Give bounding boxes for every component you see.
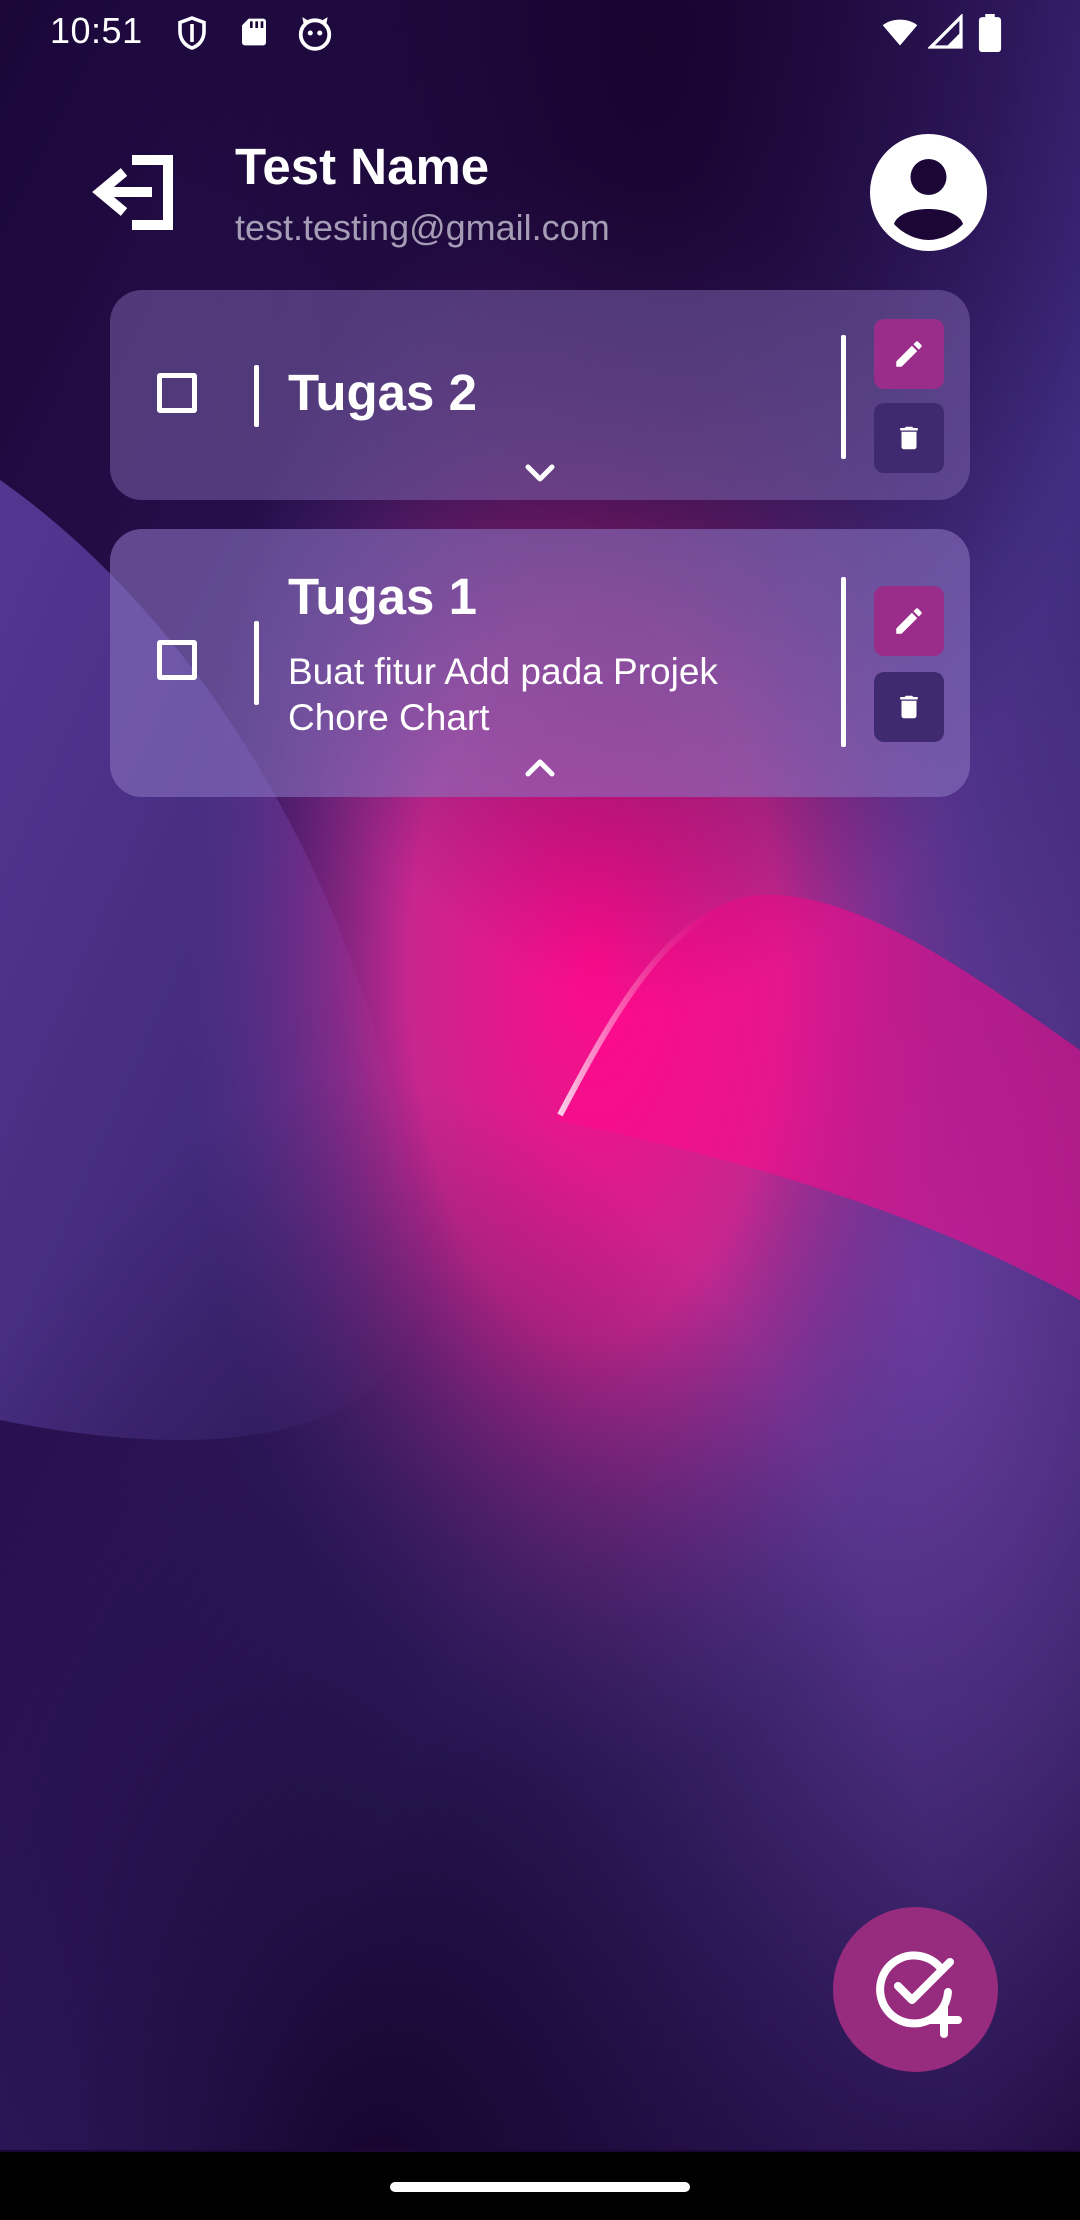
chevron-down-icon [525, 464, 555, 482]
chevron-up-icon [525, 759, 555, 777]
profile-button[interactable] [870, 134, 987, 251]
delete-button[interactable] [874, 672, 944, 742]
home-indicator[interactable] [390, 2182, 690, 2192]
signal-icon [927, 13, 964, 55]
add-task-icon [875, 1950, 962, 2038]
sd-card-icon [238, 14, 270, 55]
battery-icon [978, 14, 1002, 57]
collapse-button[interactable] [518, 753, 562, 783]
task-title: Tugas 1 [288, 568, 477, 625]
expand-button[interactable] [518, 458, 562, 488]
cat-icon [296, 14, 334, 57]
user-email: test.testing@gmail.com [235, 207, 610, 248]
divider [254, 621, 259, 705]
task-card[interactable]: Tugas 1 Buat fitur Add pada Projek Chore… [110, 529, 970, 797]
divider [841, 577, 846, 747]
task-card[interactable]: Tugas 2 [110, 290, 970, 500]
logout-icon [92, 155, 173, 230]
logout-button[interactable] [90, 145, 180, 240]
task-title: Tugas 2 [288, 364, 477, 421]
task-checkbox[interactable] [157, 373, 197, 413]
wifi-icon [880, 14, 920, 55]
pencil-icon [896, 608, 922, 634]
account-circle-icon [870, 134, 987, 251]
add-task-button[interactable] [833, 1907, 998, 2072]
delete-button[interactable] [874, 403, 944, 473]
trash-icon [900, 426, 918, 450]
edit-button[interactable] [874, 586, 944, 656]
edit-button[interactable] [874, 319, 944, 389]
divider [841, 335, 846, 459]
divider [254, 365, 259, 427]
status-bar: 10:51 [0, 0, 1080, 66]
status-time: 10:51 [50, 10, 143, 51]
task-description: Buat fitur Add pada Projek Chore Chart [288, 651, 718, 738]
user-name: Test Name [235, 138, 490, 195]
shield-icon [174, 14, 210, 57]
trash-icon [900, 695, 918, 719]
task-checkbox[interactable] [157, 640, 197, 680]
pencil-icon [896, 341, 922, 367]
navigation-bar [0, 2152, 1080, 2220]
